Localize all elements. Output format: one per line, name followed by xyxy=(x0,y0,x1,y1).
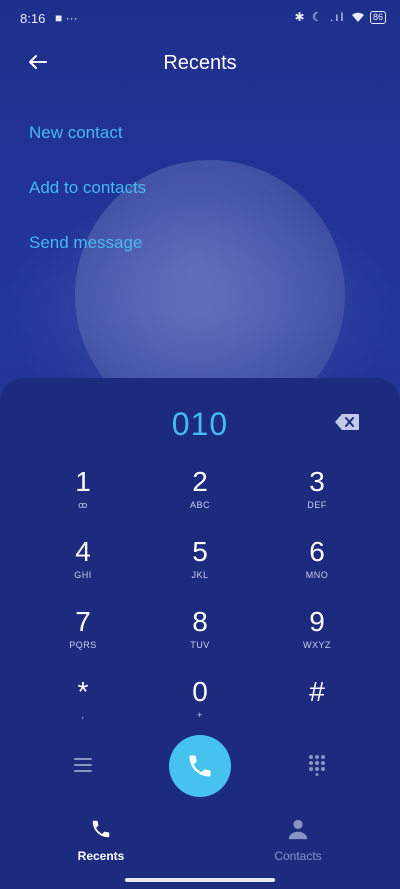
key-digit: 2 xyxy=(192,466,208,497)
system-status-icons: ✱ ☾ .ıl xyxy=(294,10,346,24)
status-time: 8:16 xyxy=(20,11,46,26)
key-star[interactable]: *, xyxy=(33,676,133,736)
key-letters: PQRS xyxy=(69,640,97,650)
key-letters: + xyxy=(197,710,203,720)
key-2[interactable]: 2 ABC xyxy=(150,466,250,526)
key-letters: ABC xyxy=(189,500,210,510)
key-digit: 5 xyxy=(192,536,208,567)
key-6[interactable]: 6 MNO xyxy=(267,536,367,596)
key-0[interactable]: 0 + xyxy=(150,676,250,736)
key-digit: 6 xyxy=(309,536,325,567)
voicemail-icon: ꝏ xyxy=(78,500,88,510)
menu-button[interactable] xyxy=(74,757,92,778)
tab-label: Contacts xyxy=(274,849,322,863)
key-letters: GHI xyxy=(74,570,92,580)
key-5[interactable]: 5 JKL xyxy=(150,536,250,596)
status-icons: ✱ ☾ .ıl 86 xyxy=(294,10,386,25)
add-to-contacts-link[interactable]: Add to contacts xyxy=(29,178,146,198)
key-digit: * xyxy=(77,676,89,707)
dialer-screen: 8:16 ■ ··· ✱ ☾ .ıl 86 Recents New contac… xyxy=(0,0,400,889)
new-contact-link[interactable]: New contact xyxy=(29,123,123,143)
menu-icon xyxy=(74,758,92,772)
key-1[interactable]: 1ꝏ xyxy=(33,466,133,526)
status-bar: 8:16 ■ ··· ✱ ☾ .ıl 86 xyxy=(0,0,400,38)
key-letters: DEF xyxy=(307,500,327,510)
key-digit: 7 xyxy=(75,606,91,637)
phone-icon xyxy=(92,820,110,838)
key-letters: MNO xyxy=(305,570,329,580)
person-icon xyxy=(288,819,308,840)
key-digit: 4 xyxy=(75,536,91,567)
home-indicator[interactable] xyxy=(125,878,275,882)
send-message-link[interactable]: Send message xyxy=(29,233,142,253)
backspace-icon xyxy=(335,414,359,430)
wallpaper-haze xyxy=(0,190,400,390)
key-7[interactable]: 7 PQRS xyxy=(33,606,133,666)
key-digit: 3 xyxy=(309,466,325,497)
tab-recents[interactable]: Recents xyxy=(51,818,151,863)
key-3[interactable]: 3 DEF xyxy=(267,466,367,526)
key-digit: 1 xyxy=(75,466,91,497)
key-digit: 8 xyxy=(192,606,208,637)
keypad-toggle-button[interactable] xyxy=(308,754,326,781)
key-letters: TUV xyxy=(190,640,210,650)
wifi-icon xyxy=(351,13,364,23)
notification-icons: ■ ··· xyxy=(55,11,78,25)
backspace-button[interactable] xyxy=(334,413,360,431)
key-8[interactable]: 8 TUV xyxy=(150,606,250,666)
key-4[interactable]: 4 GHI xyxy=(33,536,133,596)
dialpad-icon xyxy=(309,755,325,776)
dial-pad: 010 1ꝏ 2 ABC 3 DEF 4 GHI 5 JKL 6 MNO 7 PQRS 8T… xyxy=(0,378,400,889)
key-digit: 9 xyxy=(309,606,325,637)
key-letters: WXYZ xyxy=(303,640,331,650)
tab-label: Recents xyxy=(77,849,125,863)
key-letters: , xyxy=(81,710,85,720)
battery-icon: 86 xyxy=(369,11,386,25)
call-button[interactable] xyxy=(169,735,231,797)
key-hash[interactable]: # xyxy=(267,676,367,736)
key-digit: 0 xyxy=(192,676,208,707)
key-9[interactable]: 9 WXYZ xyxy=(267,606,367,666)
phone-icon xyxy=(189,755,211,777)
tab-contacts[interactable]: Contacts xyxy=(248,818,348,863)
key-digit: # xyxy=(309,676,325,707)
key-letters: JKL xyxy=(191,570,209,580)
header: Recents xyxy=(0,44,400,84)
page-title: Recents xyxy=(163,52,237,74)
